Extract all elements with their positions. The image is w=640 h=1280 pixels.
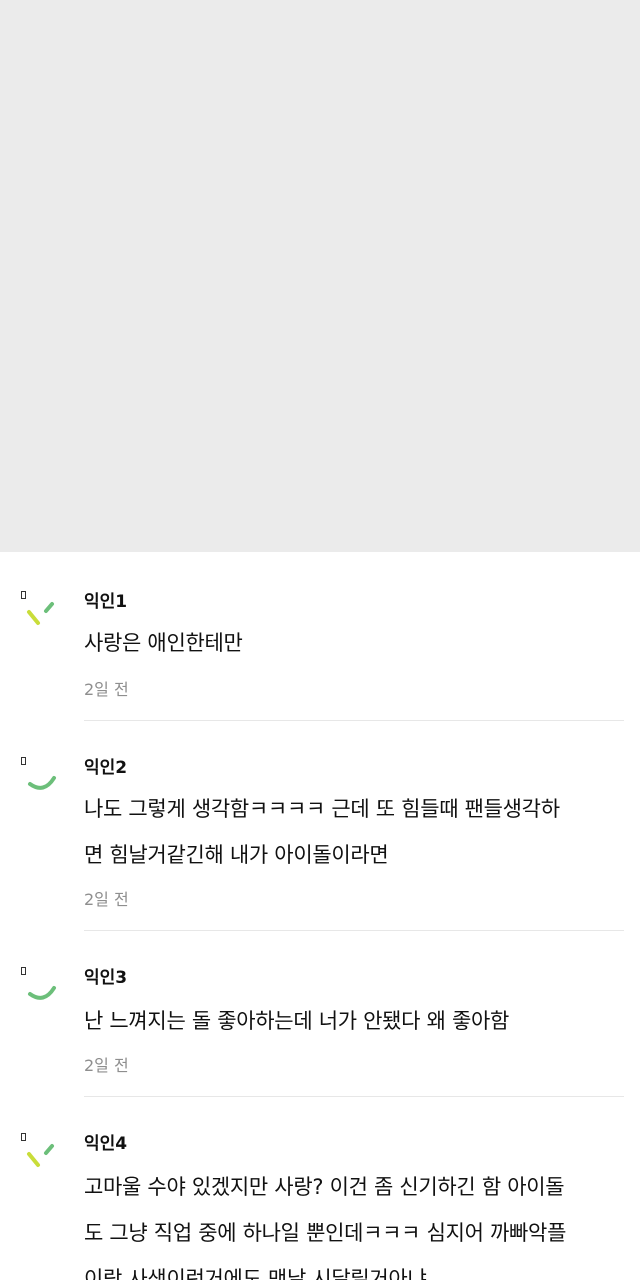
smile-arc-icon bbox=[28, 776, 56, 790]
comment-text: 난 느껴지는 돌 좋아하는데 너가 안됐다 왜 좋아함 bbox=[84, 998, 624, 1044]
comment-text: 고마울 수야 있겠지만 사랑? 이건 좀 신기하긴 함 아이돌 도 그냥 직업 … bbox=[84, 1164, 624, 1280]
comment-line: 도 그냥 직업 중에 하나일 뿐인데ㅋㅋㅋ 심지어 까빠악플 bbox=[84, 1221, 567, 1245]
comment-text: 나도 그렇게 생각함ㅋㅋㅋㅋ 근데 또 힘들때 팬들생각하 면 힘날거같긴해 내… bbox=[84, 786, 624, 878]
comment-line: 난 느껴지는 돌 좋아하는데 너가 안됐다 왜 좋아함 bbox=[84, 1009, 510, 1033]
missing-glyph-icon bbox=[21, 591, 26, 599]
post-image-placeholder[interactable] bbox=[0, 0, 640, 552]
smile-arc-icon bbox=[28, 986, 56, 1000]
comment-divider bbox=[84, 720, 624, 721]
comment-author[interactable]: 익인1 bbox=[84, 592, 127, 612]
comment-line: 면 힘날거같긴해 내가 아이돌이라면 bbox=[84, 843, 389, 867]
comment-line: 나도 그렇게 생각함ㅋㅋㅋㅋ 근데 또 힘들때 팬들생각하 bbox=[84, 797, 560, 821]
comment-author[interactable]: 익인4 bbox=[84, 1134, 127, 1154]
comment-time: 2일 전 bbox=[84, 680, 129, 699]
comment-author[interactable]: 익인2 bbox=[84, 758, 127, 778]
comment-line: 고마울 수야 있겠지만 사랑? 이건 좀 신기하긴 함 아이돌 bbox=[84, 1175, 565, 1199]
sprout-icon bbox=[27, 602, 54, 625]
comment-time: 2일 전 bbox=[84, 890, 129, 909]
missing-glyph-icon bbox=[21, 1133, 26, 1141]
sprout-icon bbox=[27, 1144, 54, 1167]
comment-divider bbox=[84, 1096, 624, 1097]
comment-divider bbox=[84, 930, 624, 931]
comment-line: 사랑은 애인한테만 bbox=[84, 631, 243, 655]
comment-author[interactable]: 익인3 bbox=[84, 968, 127, 988]
comment-text: 사랑은 애인한테만 bbox=[84, 620, 624, 666]
comment-time: 2일 전 bbox=[84, 1056, 129, 1075]
page: 익인1 사랑은 애인한테만 2일 전 익인2 나도 그렇게 생각함ㅋㅋㅋㅋ 근데… bbox=[0, 0, 640, 1280]
comment-line: 이랑 사생이런거에도 맨날 시달릴거아냐 bbox=[84, 1267, 427, 1280]
